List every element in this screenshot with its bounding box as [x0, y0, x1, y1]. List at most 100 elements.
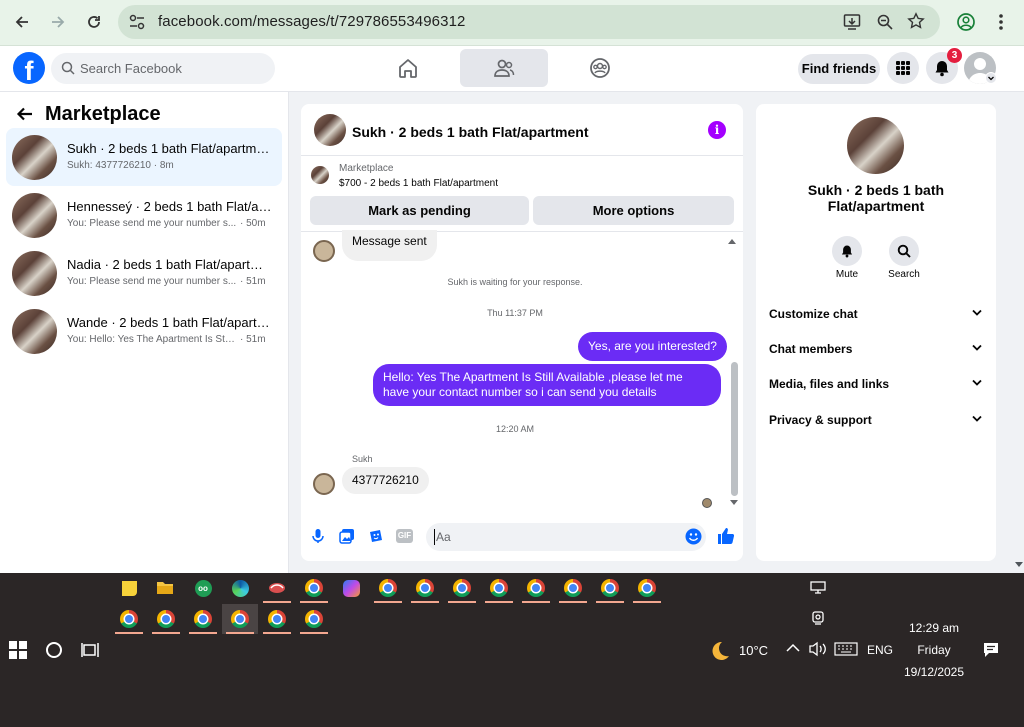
listing-thumbnail — [12, 135, 57, 180]
conversation-item-wande[interactable]: Wande · 2 beds 1 bath Flat/apartm... You… — [6, 302, 282, 360]
thumbs-up-icon[interactable] — [716, 526, 736, 546]
sticky-notes-icon[interactable] — [116, 575, 142, 601]
scroll-down-icon[interactable] — [729, 499, 739, 507]
profile-icon[interactable] — [956, 12, 976, 32]
keyboard-icon[interactable] — [834, 642, 858, 656]
app-icon[interactable] — [264, 575, 290, 601]
chrome-icon[interactable] — [264, 606, 290, 632]
search-in-chat-button[interactable] — [889, 236, 919, 266]
conversation-name: Hennesseý · 2 beds 1 bath Flat/apa... — [67, 199, 272, 214]
weather-temperature[interactable]: 10°C — [739, 643, 768, 658]
privacy-support-section[interactable]: Privacy & support — [769, 413, 872, 427]
scroll-up-icon[interactable] — [727, 237, 737, 245]
gif-icon[interactable]: GIF — [396, 529, 413, 543]
groups-icon — [590, 58, 610, 78]
chrome-icon[interactable] — [449, 575, 475, 601]
chrome-icon[interactable] — [597, 575, 623, 601]
listing-thumbnail[interactable] — [311, 166, 329, 184]
account-chevron-icon[interactable] — [985, 72, 997, 84]
customize-chat-section[interactable]: Customize chat — [769, 307, 858, 321]
moon-weather-icon[interactable] — [707, 640, 731, 662]
quickassist-icon[interactable]: oo — [190, 575, 216, 601]
mark-as-pending-button[interactable]: Mark as pending — [310, 196, 529, 225]
file-explorer-icon[interactable] — [152, 575, 178, 601]
notifications-center-icon[interactable] — [983, 642, 999, 658]
network-printer-icon[interactable] — [810, 580, 826, 596]
page-scrollbar-track[interactable] — [1013, 92, 1024, 573]
show-hidden-icons-chevron[interactable] — [786, 643, 800, 653]
chat-title[interactable]: Sukh · 2 beds 1 bath Flat/apartment — [352, 124, 589, 140]
bookmark-star-icon[interactable] — [907, 12, 925, 30]
photo-icon[interactable] — [339, 528, 355, 544]
copilot-icon[interactable] — [338, 575, 364, 601]
chrome-icon[interactable] — [153, 606, 179, 632]
chevron-down-icon[interactable] — [972, 309, 982, 317]
chrome-icon[interactable] — [116, 606, 142, 632]
chat-members-section[interactable]: Chat members — [769, 342, 852, 356]
chat-header-avatar[interactable] — [314, 114, 346, 146]
conversation-item-sukh[interactable]: Sukh · 2 beds 1 bath Flat/apartment Sukh… — [6, 128, 282, 186]
chrome-icon[interactable] — [190, 606, 216, 632]
search-circle-icon[interactable] — [46, 642, 62, 658]
chevron-down-icon[interactable] — [972, 344, 982, 352]
sender-avatar[interactable] — [313, 240, 335, 262]
menu-button[interactable] — [887, 52, 919, 84]
running-indicator — [189, 632, 217, 634]
conversation-preview: You: Hello: Yes The Apartment Is Still..… — [67, 334, 237, 345]
facebook-logo[interactable]: f — [13, 52, 45, 84]
chevron-down-icon[interactable] — [972, 379, 982, 387]
chrome-icon[interactable] — [486, 575, 512, 601]
mute-button[interactable] — [832, 236, 862, 266]
site-settings-icon[interactable] — [128, 13, 146, 31]
emoji-icon[interactable] — [685, 528, 702, 545]
chrome-icon[interactable] — [301, 575, 327, 601]
info-icon[interactable]: i — [708, 121, 726, 139]
edge-icon[interactable] — [227, 575, 253, 601]
back-icon[interactable] — [8, 8, 36, 36]
task-view-icon[interactable] — [81, 641, 99, 659]
groups-tab[interactable] — [556, 49, 644, 87]
media-files-links-section[interactable]: Media, files and links — [769, 377, 889, 391]
running-indicator — [115, 632, 143, 634]
listing-detail[interactable]: $700 - 2 beds 1 bath Flat/apartment — [339, 178, 498, 189]
back-arrow-icon[interactable] — [16, 105, 34, 123]
input-language[interactable]: ENG — [867, 643, 893, 657]
conversation-item-hennesey[interactable]: Hennesseý · 2 beds 1 bath Flat/apa... Yo… — [6, 186, 282, 244]
volume-icon[interactable] — [808, 641, 828, 657]
zoom-icon[interactable] — [876, 13, 894, 31]
conversation-item-nadia[interactable]: Nadia · 2 beds 1 bath Flat/apartme... Yo… — [6, 244, 282, 302]
reload-icon[interactable] — [80, 8, 108, 36]
url-text[interactable]: facebook.com/messages/t/729786553496312 — [158, 13, 465, 30]
clock-time[interactable]: 12:29 am — [904, 621, 964, 635]
search-icon — [897, 244, 911, 258]
forward-icon[interactable] — [44, 8, 72, 36]
microphone-icon[interactable] — [311, 528, 325, 544]
chrome-icon-active[interactable] — [227, 606, 253, 632]
sender-avatar[interactable] — [313, 473, 335, 495]
more-options-button[interactable]: More options — [533, 196, 734, 225]
windows-start-icon[interactable] — [9, 641, 27, 659]
browser-menu-icon[interactable] — [996, 12, 1006, 32]
divider — [301, 155, 743, 156]
find-friends-button[interactable]: Find friends — [798, 54, 880, 84]
outgoing-message: Hello: Yes The Apartment Is Still Availa… — [373, 364, 721, 406]
clock-day[interactable]: Friday — [904, 643, 964, 657]
chrome-icon[interactable] — [560, 575, 586, 601]
chevron-down-icon[interactable] — [972, 415, 982, 423]
chrome-icon[interactable] — [412, 575, 438, 601]
page-scroll-down-icon[interactable] — [1015, 562, 1023, 568]
camera-device-icon[interactable] — [810, 610, 826, 626]
clock-date[interactable]: 19/12/2025 — [897, 665, 971, 679]
info-listing-avatar[interactable] — [847, 117, 904, 174]
chrome-icon[interactable] — [375, 575, 401, 601]
friends-tab[interactable] — [460, 49, 548, 87]
install-app-icon[interactable] — [843, 13, 861, 31]
message-input[interactable] — [426, 523, 706, 551]
chrome-icon[interactable] — [523, 575, 549, 601]
home-tab[interactable] — [364, 49, 452, 87]
chrome-icon[interactable] — [301, 606, 327, 632]
running-indicator — [411, 601, 439, 603]
chat-scrollbar[interactable] — [731, 362, 738, 496]
sticker-icon[interactable] — [368, 528, 384, 544]
chrome-icon[interactable] — [634, 575, 660, 601]
